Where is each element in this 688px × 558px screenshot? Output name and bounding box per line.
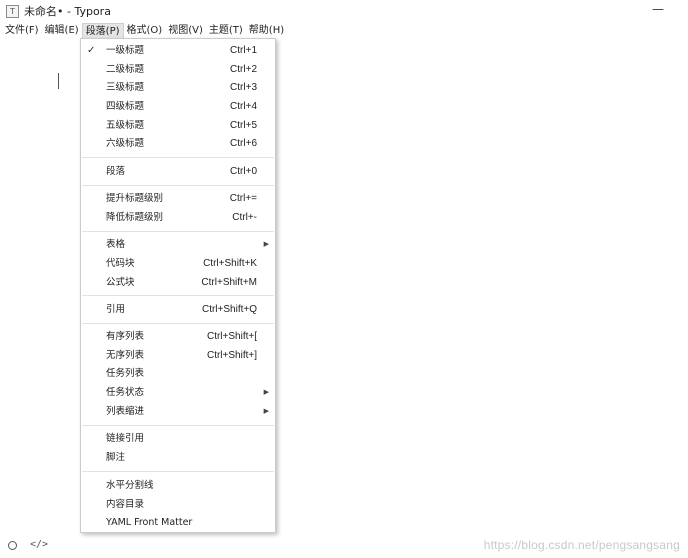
menu-item-label: 有序列表 xyxy=(106,331,145,342)
menu-item-label: 六级标题 xyxy=(106,138,145,149)
menu-item-shortcut: Ctrl+0 xyxy=(230,166,257,177)
menu-paragraph[interactable]: 段落(P) xyxy=(81,22,124,40)
menu-item-shortcut: Ctrl+1 xyxy=(230,45,257,56)
menu-separator xyxy=(82,185,274,186)
menu-item-task-list[interactable]: 任务列表 xyxy=(81,365,275,382)
menu-item-code-block[interactable]: 代码块 Ctrl+Shift+K xyxy=(81,255,275,272)
source-code-mode-icon[interactable]: </> xyxy=(30,539,48,550)
menu-item-heading-6[interactable]: 六级标题 Ctrl+6 xyxy=(81,135,275,152)
submenu-arrow-icon: ▶ xyxy=(263,407,269,415)
menu-item-label: 内容目录 xyxy=(106,499,145,510)
outline-toggle-icon[interactable] xyxy=(8,541,17,550)
menu-item-label: 降低标题级别 xyxy=(106,212,164,223)
menu-item-label: 表格 xyxy=(106,239,126,250)
menu-item-heading-1[interactable]: ✓ 一级标题 Ctrl+1 xyxy=(81,42,275,59)
check-icon: ✓ xyxy=(87,45,96,56)
menu-item-yaml-front-matter[interactable]: YAML Front Matter xyxy=(81,514,275,531)
menu-separator xyxy=(82,425,274,426)
menu-item-shortcut: Ctrl+Shift+] xyxy=(206,350,257,361)
menu-item-shortcut: Ctrl+Shift+[ xyxy=(206,331,257,342)
menu-file[interactable]: 文件(F) xyxy=(0,22,42,40)
menu-item-horizontal-rule[interactable]: 水平分割线 xyxy=(81,477,275,494)
watermark: https://blog.csdn.net/pengsangsang xyxy=(483,538,680,552)
menu-separator xyxy=(82,471,274,472)
text-caret xyxy=(58,73,59,89)
menu-item-table-of-contents[interactable]: 内容目录 xyxy=(81,496,275,513)
menu-item-heading-5[interactable]: 五级标题 Ctrl+5 xyxy=(81,117,275,134)
menu-item-math-block[interactable]: 公式块 Ctrl+Shift+M xyxy=(81,274,275,291)
minimize-button[interactable]: — xyxy=(652,2,664,16)
menu-item-shortcut: Ctrl+Shift+K xyxy=(203,258,257,269)
menu-item-label: 水平分割线 xyxy=(106,480,154,491)
menu-item-label: 列表缩进 xyxy=(106,406,145,417)
menu-item-heading-4[interactable]: 四级标题 Ctrl+4 xyxy=(81,98,275,115)
menu-item-shortcut: Ctrl+5 xyxy=(230,120,257,131)
menu-item-label: 公式块 xyxy=(106,277,135,288)
typora-app-icon: T xyxy=(6,4,19,18)
menu-item-shortcut: Ctrl+6 xyxy=(230,138,257,149)
menu-item-table[interactable]: 表格 ▶ xyxy=(81,236,275,253)
typora-window: T 未命名• - Typora — 文件(F) 编辑(E) 段落(P) 格式(O… xyxy=(0,0,688,558)
menu-separator xyxy=(82,231,274,232)
menu-item-label: 任务状态 xyxy=(106,387,145,398)
title-bar: T 未命名• - Typora — xyxy=(0,0,688,22)
menu-item-label: YAML Front Matter xyxy=(106,517,193,528)
menu-item-label: 提升标题级别 xyxy=(106,193,164,204)
menu-separator xyxy=(82,295,274,296)
menu-item-quote[interactable]: 引用 Ctrl+Shift+Q xyxy=(81,301,275,318)
menu-separator xyxy=(82,157,274,158)
menu-item-ordered-list[interactable]: 有序列表 Ctrl+Shift+[ xyxy=(81,328,275,345)
menu-separator xyxy=(82,323,274,324)
menu-item-heading-3[interactable]: 三级标题 Ctrl+3 xyxy=(81,79,275,96)
menu-item-unordered-list[interactable]: 无序列表 Ctrl+Shift+] xyxy=(81,347,275,364)
menu-item-shortcut: Ctrl+4 xyxy=(230,101,257,112)
menu-edit[interactable]: 编辑(E) xyxy=(42,22,82,40)
menu-item-shortcut: Ctrl+Shift+Q xyxy=(201,304,257,315)
menu-item-label: 链接引用 xyxy=(106,433,145,444)
menu-item-heading-2[interactable]: 二级标题 Ctrl+2 xyxy=(81,61,275,78)
menu-item-demote-heading[interactable]: 降低标题级别 Ctrl+- xyxy=(81,209,275,226)
menu-item-label: 代码块 xyxy=(106,258,135,269)
menu-item-shortcut: Ctrl+3 xyxy=(230,82,257,93)
menu-item-label: 五级标题 xyxy=(106,120,145,131)
menu-item-label: 任务列表 xyxy=(106,368,145,379)
menu-item-list-indent[interactable]: 列表缩进 ▶ xyxy=(81,403,275,420)
menu-item-shortcut: Ctrl+= xyxy=(229,193,257,204)
menu-item-label: 引用 xyxy=(106,304,126,315)
menu-item-paragraph[interactable]: 段落 Ctrl+0 xyxy=(81,163,275,180)
menu-item-shortcut: Ctrl+- xyxy=(232,212,257,223)
menu-item-label: 一级标题 xyxy=(106,45,145,56)
menu-item-label: 段落 xyxy=(106,166,126,177)
menu-item-label: 无序列表 xyxy=(106,350,145,361)
menu-item-link-reference[interactable]: 链接引用 xyxy=(81,430,275,447)
menu-item-shortcut: Ctrl+2 xyxy=(230,64,257,75)
menu-item-promote-heading[interactable]: 提升标题级别 Ctrl+= xyxy=(81,190,275,207)
status-bar: </> https://blog.csdn.net/pengsangsang xyxy=(0,536,688,558)
window-title: 未命名• - Typora xyxy=(24,5,111,18)
menu-item-label: 二级标题 xyxy=(106,64,145,75)
menu-item-shortcut: Ctrl+Shift+M xyxy=(201,277,257,288)
menu-item-task-status[interactable]: 任务状态 ▶ xyxy=(81,384,275,401)
menu-item-footnote[interactable]: 脚注 xyxy=(81,449,275,466)
submenu-arrow-icon: ▶ xyxy=(263,240,269,248)
paragraph-menu-dropdown: ✓ 一级标题 Ctrl+1 二级标题 Ctrl+2 三级标题 Ctrl+3 四级… xyxy=(80,38,276,533)
submenu-arrow-icon: ▶ xyxy=(263,388,269,396)
menu-item-label: 三级标题 xyxy=(106,82,145,93)
menu-item-label: 四级标题 xyxy=(106,101,145,112)
menu-item-label: 脚注 xyxy=(106,452,126,463)
